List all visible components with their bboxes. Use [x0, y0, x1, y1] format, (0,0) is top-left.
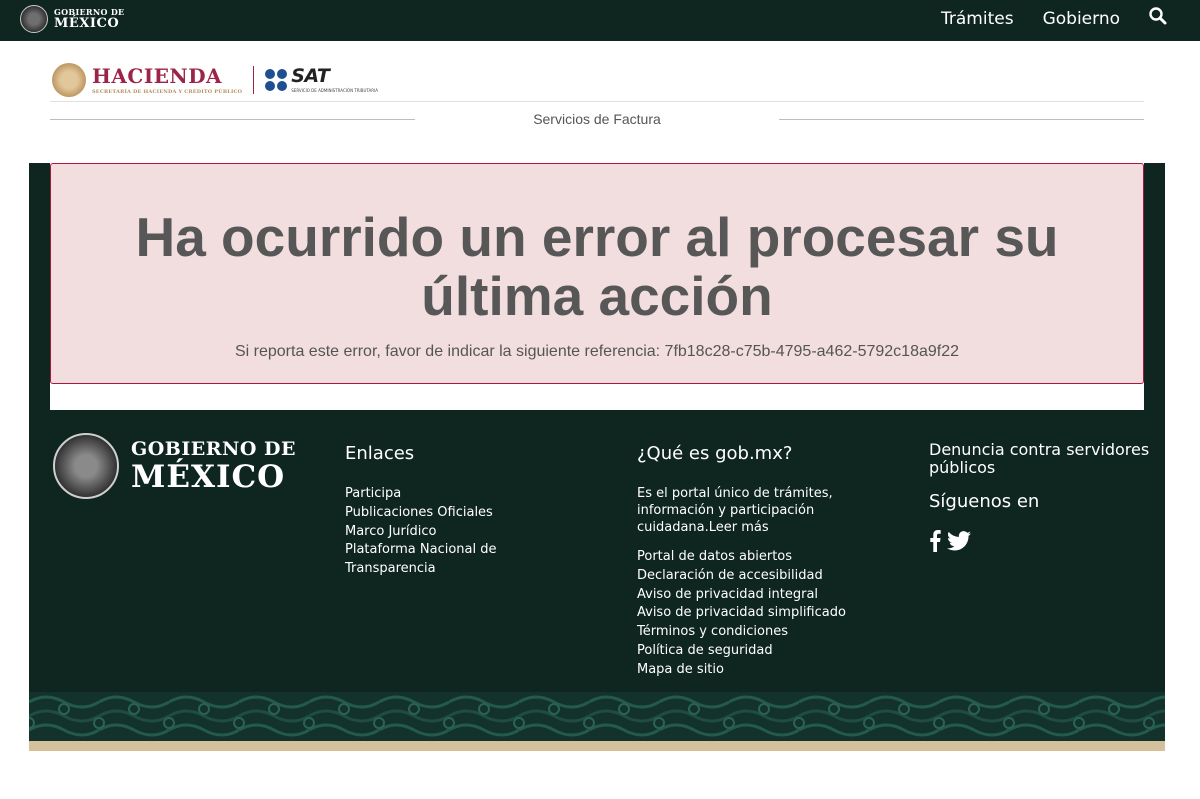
hacienda-logo[interactable]: HACIENDA SECRETARÍA DE HACIENDA Y CRÉDIT…	[92, 66, 242, 95]
error-title: Ha ocurrido un error al procesar su últi…	[135, 206, 1059, 327]
decorative-pattern	[29, 692, 1165, 741]
footer-logo[interactable]: GOBIERNO DE MÉXICO	[53, 433, 296, 499]
footer-link-accesibilidad[interactable]: Declaración de accesibilidad	[637, 567, 867, 586]
section-heading: Servicios de Factura	[50, 111, 1144, 129]
hacienda-seal-icon	[52, 63, 86, 97]
brand-line1: GOBIERNO DE	[54, 7, 125, 17]
top-navbar: GOBIERNO DE MÉXICO Trámites Gobierno	[0, 0, 1200, 41]
footer-pattern	[29, 692, 1165, 741]
footer-enlaces: Enlaces Participa Publicaciones Oficiale…	[345, 443, 525, 579]
footer-link-transparencia[interactable]: Plataforma Nacional de Transparencia	[345, 541, 525, 579]
error-reference: Si reporta este error, favor de indicar …	[234, 343, 959, 360]
footer-enlaces-title: Enlaces	[345, 443, 415, 464]
footer-social: Denuncia contra servidores públicos Sígu…	[929, 441, 1159, 552]
coat-of-arms-icon	[20, 5, 48, 33]
sat-logo[interactable]: SAT SERVICIO DE ADMINISTRACIÓN TRIBUTARI…	[291, 67, 378, 94]
brand-line2: MÉXICO	[54, 16, 120, 31]
footer-link-mapa-sitio[interactable]: Mapa de sitio	[637, 661, 867, 680]
nav-links: Trámites Gobierno	[941, 9, 1120, 29]
facebook-icon[interactable]	[929, 530, 941, 552]
section-title: Servicios de Factura	[533, 111, 661, 127]
nav-link-gobierno[interactable]: Gobierno	[1043, 9, 1120, 29]
header-logos: HACIENDA SECRETARÍA DE HACIENDA Y CRÉDIT…	[52, 62, 378, 98]
footer-link-marco-juridico[interactable]: Marco Jurídico	[345, 523, 525, 542]
footer-link-publicaciones[interactable]: Publicaciones Oficiales	[345, 504, 525, 523]
twitter-icon[interactable]	[947, 531, 971, 551]
footer-link-privacidad-simplificado[interactable]: Aviso de privacidad simplificado	[637, 604, 867, 623]
leer-mas-link[interactable]: Leer más	[709, 520, 769, 535]
footer-que-es-title: ¿Qué es gob.mx?	[637, 443, 793, 464]
siguenos-title: Síguenos en	[929, 491, 1040, 512]
footer-link-datos-abiertos[interactable]: Portal de datos abiertos	[637, 548, 867, 567]
footer-bottom-bar	[29, 741, 1165, 751]
header-divider	[50, 101, 1144, 102]
coat-of-arms-icon	[53, 433, 119, 499]
error-alert: Ha ocurrido un error al procesar su últi…	[50, 163, 1144, 384]
footer-link-seguridad[interactable]: Política de seguridad	[637, 642, 867, 661]
social-links	[929, 530, 1159, 552]
search-icon[interactable]	[1148, 6, 1168, 26]
nav-link-tramites[interactable]: Trámites	[941, 9, 1014, 29]
gob-mx-logo[interactable]: GOBIERNO DE MÉXICO	[20, 5, 124, 33]
sat-mark-icon	[265, 69, 288, 91]
denuncia-link[interactable]: Denuncia contra servidores públicos	[929, 441, 1159, 477]
footer-link-terminos[interactable]: Términos y condiciones	[637, 623, 867, 642]
footer-link-privacidad-integral[interactable]: Aviso de privacidad integral	[637, 586, 867, 605]
footer-link-participa[interactable]: Participa	[345, 485, 525, 504]
footer-que-es: ¿Qué es gob.mx? Es el portal único de tr…	[637, 443, 867, 680]
footer-description: Es el portal único de trámites, informac…	[637, 486, 833, 535]
logo-divider	[253, 66, 255, 94]
